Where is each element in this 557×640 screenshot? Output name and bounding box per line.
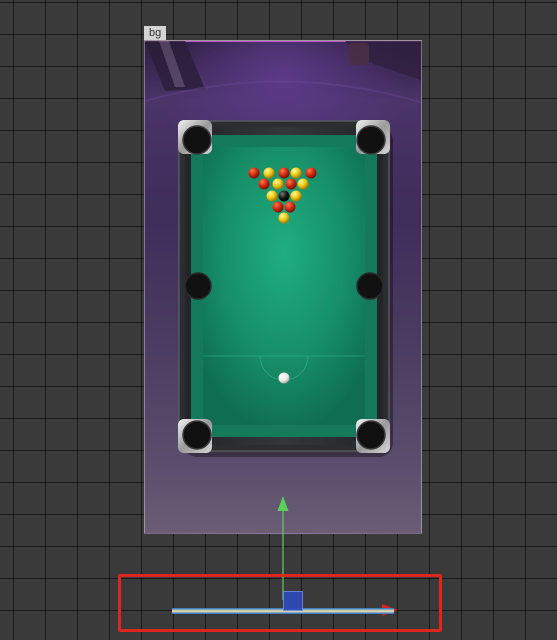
ball-red	[248, 167, 260, 179]
pocket-top-left	[182, 125, 212, 155]
ball-yellow	[266, 190, 278, 202]
pocket-top-right	[356, 125, 386, 155]
ball-yellow	[297, 178, 309, 190]
ball-red	[272, 201, 284, 213]
cue-ball	[278, 372, 290, 384]
ball-yellow	[290, 167, 302, 179]
node-name-label: bg	[144, 26, 167, 40]
ball-red	[305, 167, 317, 179]
ball-red	[278, 167, 290, 179]
ball-red	[285, 178, 297, 190]
pocket-bottom-right	[356, 420, 386, 450]
ball-black	[278, 190, 290, 202]
pocket-bottom-left	[182, 420, 212, 450]
scene-node-bg[interactable]	[144, 40, 422, 534]
ball-red	[258, 178, 270, 190]
scene-canvas	[145, 41, 421, 457]
ball-red	[284, 201, 296, 213]
pocket-middle-left	[184, 272, 212, 300]
ball-yellow	[263, 167, 275, 179]
ball-yellow	[272, 178, 284, 190]
pocket-middle-right	[356, 272, 384, 300]
ball-yellow	[290, 190, 302, 202]
room-decor	[145, 41, 421, 104]
selection-highlight-box	[118, 574, 442, 632]
ball-yellow	[278, 212, 290, 224]
